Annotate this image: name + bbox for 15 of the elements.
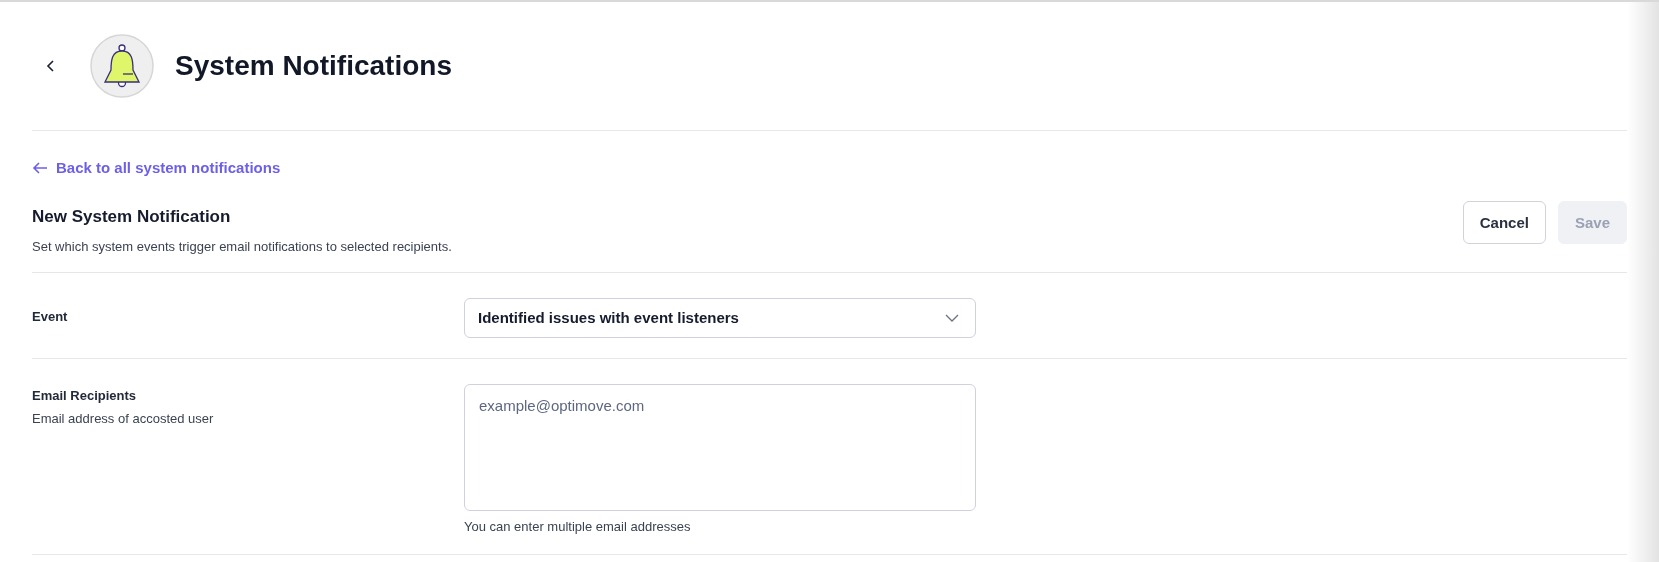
back-link[interactable]: Back to all system notifications bbox=[32, 159, 281, 176]
bell-icon bbox=[90, 34, 154, 98]
form-title: New System Notification bbox=[32, 206, 232, 227]
cancel-button[interactable]: Cancel bbox=[1462, 200, 1546, 244]
form-subtitle: Set which system events trigger email notifications to selected recipients. bbox=[32, 238, 452, 254]
email-recipients-field[interactable]: example@optimove.com bbox=[464, 383, 976, 511]
chevron-down-icon bbox=[945, 313, 959, 322]
field-label: Event bbox=[32, 308, 69, 324]
page-title: System Notifications bbox=[175, 50, 452, 82]
event-dropdown[interactable]: Identified issues with event listeners bbox=[464, 297, 976, 338]
arrow-left-icon bbox=[32, 160, 48, 175]
field-description: Email address of accosted user bbox=[32, 410, 215, 426]
field-label: Email Recipients bbox=[32, 387, 138, 403]
field-hint: You can enter multiple email addresses bbox=[464, 518, 692, 534]
chevron-left-icon bbox=[46, 59, 56, 73]
